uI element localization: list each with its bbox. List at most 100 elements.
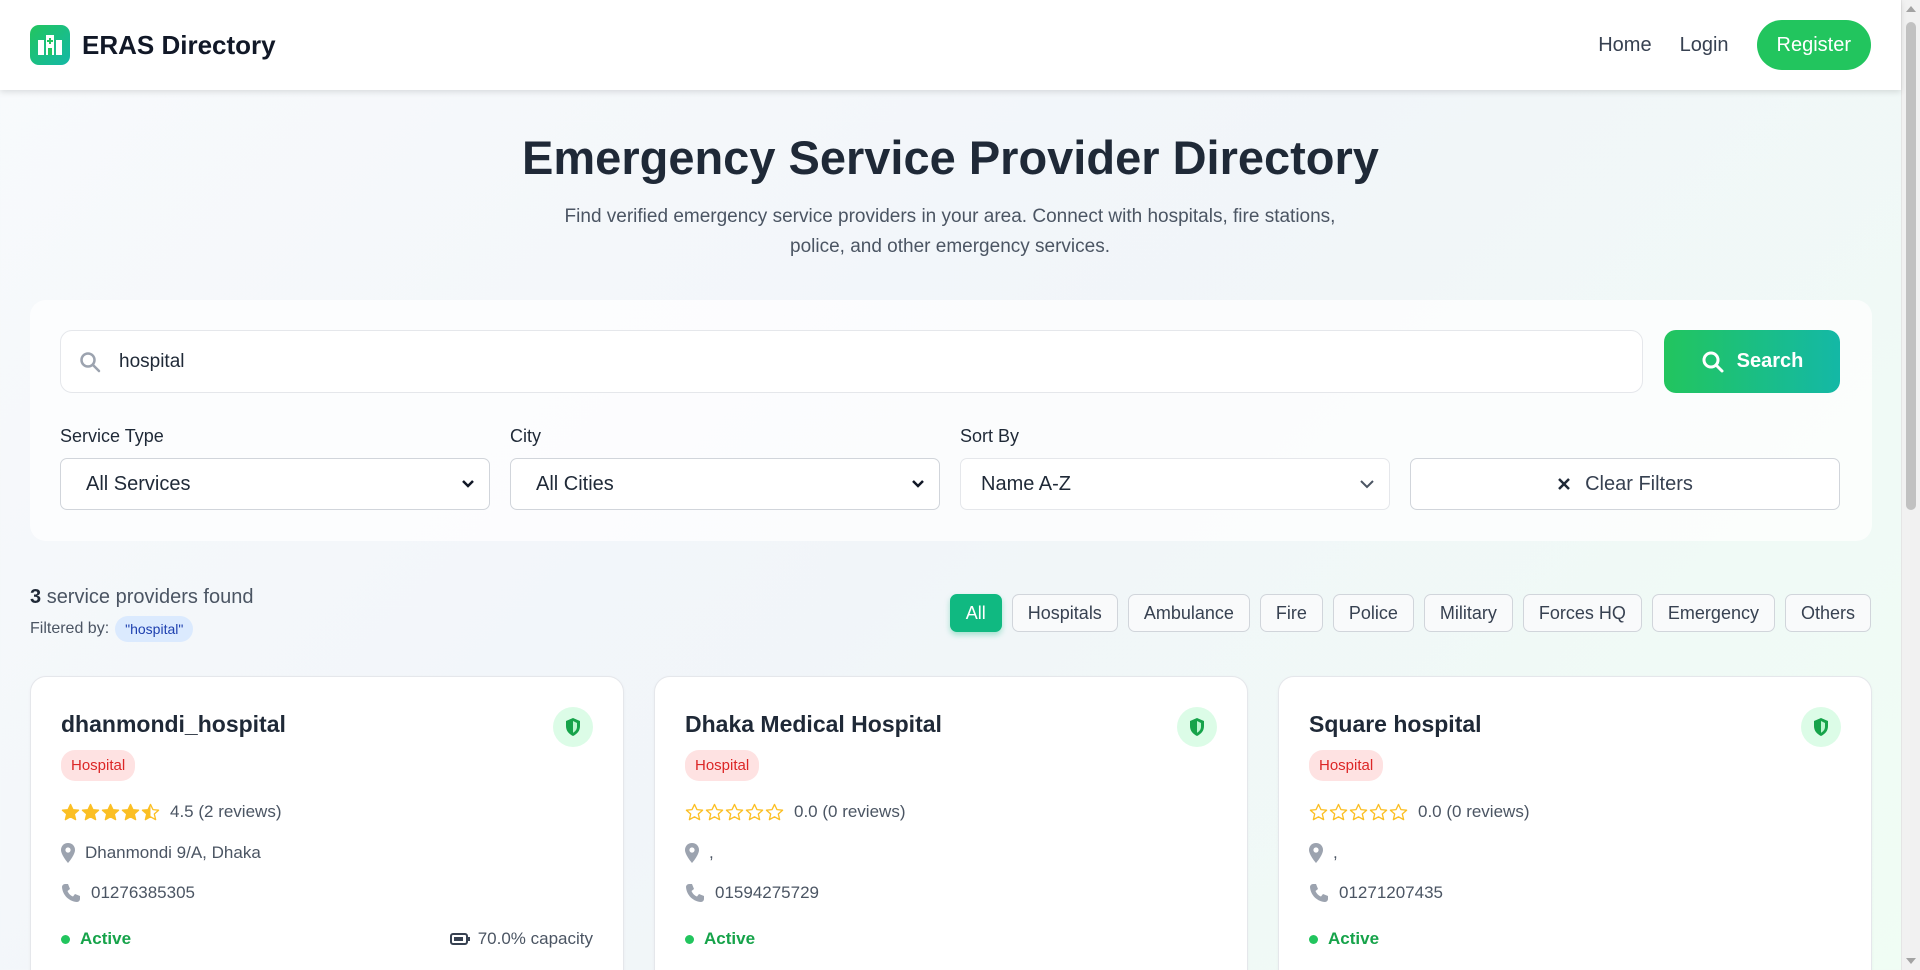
provider-status: Active	[1309, 929, 1379, 949]
brand-name: ERAS Directory	[82, 29, 276, 60]
star-icon	[765, 803, 784, 820]
star-icon	[121, 803, 140, 820]
provider-card[interactable]: dhanmondi_hospital Hospital 4.5 (2 revie…	[30, 676, 624, 970]
provider-type-badge: Hospital	[61, 750, 136, 781]
map-pin-icon	[685, 843, 699, 863]
verified-shield-icon	[1801, 707, 1841, 747]
rating-text: 4.5 (2 reviews)	[170, 802, 282, 821]
status-dot	[61, 934, 70, 944]
service-type-value: All Services	[86, 472, 191, 495]
provider-card[interactable]: Dhaka Medical Hospital Hospital 0.0 (0 r…	[654, 676, 1248, 970]
capacity-text: 70.0% capacity	[477, 929, 593, 948]
provider-name: Dhaka Medical Hospital	[685, 711, 942, 737]
nav-link-home[interactable]: Home	[1598, 34, 1651, 57]
chevron-down-icon	[1360, 480, 1374, 489]
tab-others[interactable]: Others	[1784, 594, 1871, 632]
scroll-up-arrow-icon[interactable]	[1906, 6, 1916, 12]
search-filter-panel: Search Service Type All Services City Al…	[30, 300, 1872, 541]
address-text: Dhanmondi 9/A, Dhaka	[85, 843, 261, 862]
verified-shield-icon	[553, 707, 593, 747]
scrollbar-thumb[interactable]	[1906, 22, 1916, 510]
tab-emergency[interactable]: Emergency	[1651, 594, 1775, 632]
provider-status: Active	[61, 929, 131, 949]
status-text: Active	[1328, 929, 1380, 948]
status-text: Active	[704, 929, 756, 948]
phone-text: 01271207435	[1339, 883, 1444, 902]
tab-ambulance[interactable]: Ambulance	[1127, 594, 1250, 632]
battery-icon	[449, 933, 470, 945]
sort-by-select[interactable]: Name A-Z	[960, 458, 1390, 510]
clear-filters-button[interactable]: Clear Filters	[1410, 458, 1840, 510]
tab-forces-hq[interactable]: Forces HQ	[1522, 594, 1642, 632]
address-text: ,	[709, 843, 714, 862]
status-dot	[1309, 934, 1318, 944]
provider-address: Dhanmondi 9/A, Dhaka	[61, 843, 261, 863]
results-count: 3 service providers found	[30, 586, 253, 609]
provider-name: Square hospital	[1309, 711, 1482, 737]
nav-link-login[interactable]: Login	[1680, 34, 1729, 57]
phone-text: 01594275729	[715, 883, 820, 902]
star-icon	[61, 803, 80, 820]
star-icon	[725, 803, 744, 820]
sort-by-value: Name A-Z	[981, 472, 1072, 495]
star-rating	[685, 803, 784, 822]
clear-filters-label: Clear Filters	[1585, 472, 1693, 495]
active-filter-chip[interactable]: "hospital"	[115, 616, 194, 642]
provider-phone: 01594275729	[685, 883, 819, 903]
provider-type-badge: Hospital	[1309, 750, 1384, 781]
city-value: All Cities	[536, 472, 614, 495]
status-dot	[685, 934, 694, 944]
sort-by-filter: Sort By Name A-Z	[960, 426, 1390, 510]
star-icon	[745, 803, 764, 820]
star-rating	[61, 803, 160, 822]
star-icon	[1389, 803, 1408, 820]
service-type-select[interactable]: All Services	[60, 458, 490, 510]
star-icon	[1349, 803, 1368, 820]
star-icon	[101, 803, 120, 820]
tab-police[interactable]: Police	[1332, 594, 1414, 632]
search-button[interactable]: Search	[1664, 330, 1840, 393]
sort-by-label: Sort By	[960, 426, 1020, 446]
star-icon	[1369, 803, 1388, 820]
tab-all[interactable]: All	[949, 594, 1002, 632]
provider-rating: 0.0 (0 reviews)	[685, 802, 905, 822]
star-icon	[685, 803, 704, 820]
search-button-label: Search	[1736, 350, 1804, 372]
register-button[interactable]: Register	[1756, 20, 1871, 70]
search-box[interactable]	[60, 330, 1643, 393]
results-count-number: 3	[30, 586, 42, 608]
city-select[interactable]: All Cities	[510, 458, 940, 510]
hospital-building-icon	[30, 25, 70, 65]
search-icon	[1702, 351, 1724, 372]
provider-rating: 4.5 (2 reviews)	[61, 802, 281, 822]
phone-icon	[686, 884, 704, 902]
results-count-suffix: service providers found	[46, 586, 254, 608]
verified-shield-icon	[1177, 707, 1217, 747]
filtered-by: Filtered by: "hospital"	[30, 616, 194, 642]
provider-address: ,	[685, 843, 714, 863]
page-scrollbar[interactable]	[1901, 0, 1920, 970]
page-subtitle: Find verified emergency service provider…	[564, 206, 1336, 257]
rating-text: 0.0 (0 reviews)	[1418, 802, 1530, 821]
provider-status: Active	[685, 929, 755, 949]
star-icon	[1309, 803, 1328, 820]
provider-phone: 01276385305	[61, 883, 195, 903]
search-input[interactable]	[119, 350, 1519, 373]
brand[interactable]: ERAS Directory	[30, 25, 276, 65]
tab-military[interactable]: Military	[1423, 594, 1513, 632]
tab-hospitals[interactable]: Hospitals	[1011, 594, 1118, 632]
star-icon	[141, 803, 160, 820]
city-filter: City All Cities	[510, 426, 940, 510]
provider-capacity: 70.0% capacity	[449, 929, 593, 949]
provider-rating: 0.0 (0 reviews)	[1309, 802, 1529, 822]
scroll-down-arrow-icon[interactable]	[1906, 958, 1916, 964]
tab-fire[interactable]: Fire	[1259, 594, 1323, 632]
close-icon	[1558, 478, 1570, 490]
top-navbar: ERAS Directory Home Login Register	[0, 0, 1901, 90]
provider-card[interactable]: Square hospital Hospital 0.0 (0 reviews)	[1278, 676, 1872, 970]
service-type-filter: Service Type All Services	[60, 426, 490, 510]
map-pin-icon	[1309, 843, 1323, 863]
rating-text: 0.0 (0 reviews)	[794, 802, 906, 821]
address-text: ,	[1333, 843, 1338, 862]
status-text: Active	[80, 929, 132, 948]
